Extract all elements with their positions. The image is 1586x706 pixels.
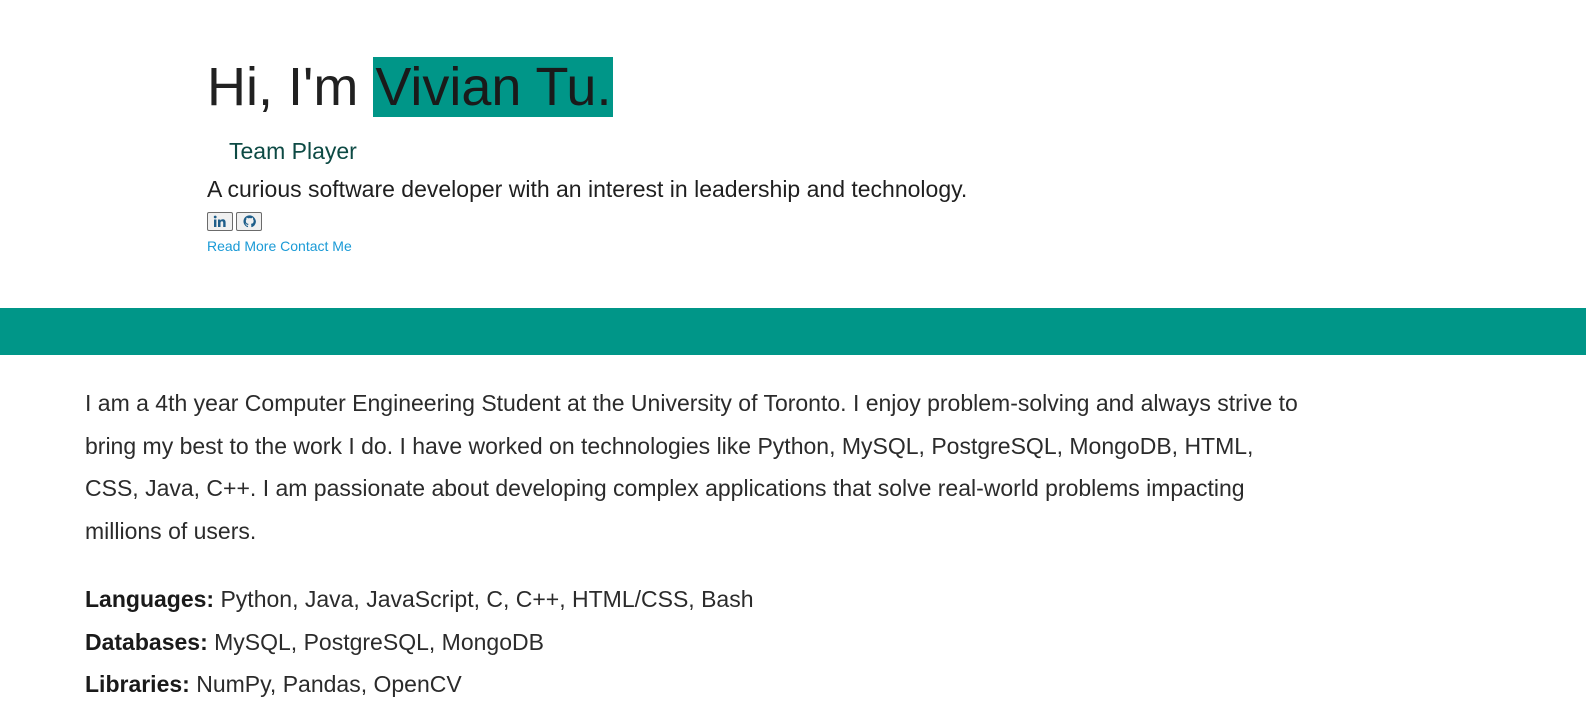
contact-me-link[interactable]: Contact Me <box>280 238 352 254</box>
skill-value: NumPy, Pandas, OpenCV <box>189 671 462 697</box>
hero-typed-role: Team Player <box>229 138 357 164</box>
social-links <box>207 212 262 231</box>
skill-label: Databases: <box>85 628 208 655</box>
read-more-link[interactable]: Read More <box>207 238 276 254</box>
skill-label: Languages: <box>85 586 215 612</box>
skill-value: MySQL, PostgreSQL, MongoDB <box>207 628 544 655</box>
skills-languages: Languages: Python, Java, JavaScript, C, … <box>85 578 1305 621</box>
hero-title: Hi, I'm Vivian Tu. <box>207 56 614 118</box>
skills-section: Languages: Python, Java, JavaScript, C, … <box>85 578 1305 706</box>
github-icon <box>242 215 256 228</box>
linkedin-button[interactable] <box>207 212 233 231</box>
hero-name: Vivian Tu. <box>373 57 614 117</box>
portfolio-page: Hi, I'm Vivian Tu. Team Player A curious… <box>0 0 1586 706</box>
github-button[interactable] <box>236 212 262 231</box>
hero-greeting: Hi, I'm <box>207 57 374 117</box>
skill-label: Libraries: <box>85 671 190 697</box>
section-divider-band <box>0 308 1586 355</box>
skills-libraries: Libraries: NumPy, Pandas, OpenCV <box>85 663 1305 706</box>
hero-tagline: A curious software developer with an int… <box>207 176 968 202</box>
hero-links: Read More Contact Me <box>207 237 352 255</box>
skills-databases: Databases: MySQL, PostgreSQL, MongoDB <box>85 621 1305 664</box>
hero-section: Hi, I'm Vivian Tu. Team Player A curious… <box>207 0 1407 308</box>
linkedin-icon <box>213 215 226 227</box>
skill-value: Python, Java, JavaScript, C, C++, HTML/C… <box>214 586 754 612</box>
about-paragraph: I am a 4th year Computer Engineering Stu… <box>85 390 1298 544</box>
about-section: I am a 4th year Computer Engineering Stu… <box>85 382 1305 552</box>
